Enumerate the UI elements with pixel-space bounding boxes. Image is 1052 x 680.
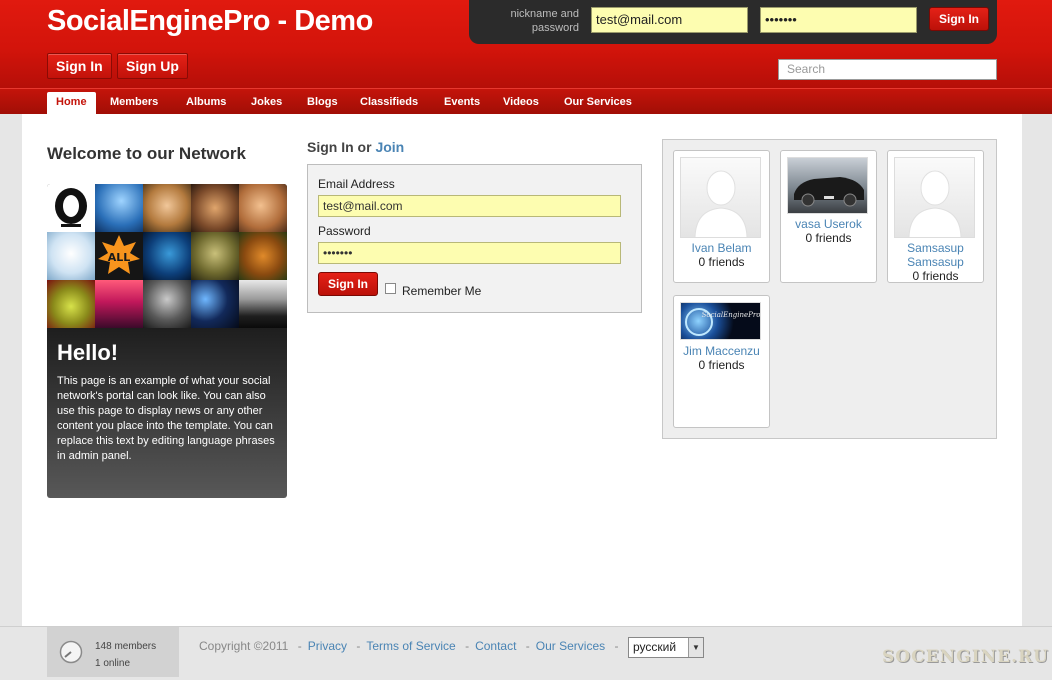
photo-tile[interactable] — [191, 232, 239, 280]
photo-tile[interactable]: ALL — [95, 232, 143, 280]
photo-tile[interactable] — [47, 184, 95, 232]
remember-me-checkbox[interactable] — [385, 283, 396, 294]
footer: 148 members 1 online Copyright ©2011 - Pr… — [0, 626, 1052, 680]
member-photo-grid: ALL — [47, 184, 287, 328]
member-name[interactable]: Jim Maccenzu — [674, 344, 769, 358]
quick-login-panel: nickname and password test@mail.com ••••… — [469, 0, 997, 44]
email-field[interactable]: test@mail.com — [318, 195, 621, 217]
copyright: Copyright ©2011 — [199, 639, 289, 653]
avatar — [894, 157, 975, 238]
contact-link[interactable]: Contact — [475, 639, 516, 653]
avatar — [680, 157, 761, 238]
nav-videos[interactable]: Videos — [503, 89, 539, 114]
remember-me-label: Remember Me — [402, 284, 482, 298]
chevron-down-icon[interactable]: ▼ — [688, 638, 703, 657]
member-card[interactable]: SocialEnginePro Jim Maccenzu 0 friends — [673, 295, 770, 428]
photo-tile[interactable] — [47, 232, 95, 280]
nav-albums[interactable]: Albums — [186, 89, 226, 114]
all-badge-icon: ALL — [98, 235, 140, 274]
signin-form: Email Address test@mail.com Password •••… — [307, 164, 642, 313]
member-friends: 0 friends — [912, 269, 959, 283]
photo-tile[interactable] — [47, 280, 95, 328]
sign-up-button[interactable]: Sign Up — [117, 53, 188, 79]
member-name[interactable]: Ivan Belam — [674, 241, 769, 255]
photo-tile[interactable] — [95, 184, 143, 232]
member-friends: 0 friends — [805, 231, 852, 245]
member-name[interactable]: vasa Userok — [781, 217, 876, 231]
search-input[interactable]: Search — [778, 59, 997, 80]
online-count: 1 online — [95, 658, 131, 669]
main-nav: Home Members Albums Jokes Blogs Classifi… — [0, 88, 1052, 115]
clock-icon — [59, 640, 83, 664]
photo-tile[interactable] — [191, 184, 239, 232]
svg-text:SocialEnginePro: SocialEnginePro — [702, 311, 761, 319]
member-card[interactable]: Samsasup Samsasup 0 friends — [887, 150, 984, 283]
quick-login-password-input[interactable]: ••••••• — [760, 7, 917, 33]
quick-login-email-input[interactable]: test@mail.com — [591, 7, 748, 33]
photo-tile[interactable] — [239, 280, 287, 328]
socialengine-logo-icon: SocialEnginePro — [685, 308, 761, 336]
password-field[interactable]: ••••••• — [318, 242, 621, 264]
hello-box: Hello! This page is an example of what y… — [47, 328, 287, 498]
our-services-link[interactable]: Our Services — [536, 639, 605, 653]
nav-members[interactable]: Members — [110, 89, 158, 114]
members-panel: Ivan Belam 0 friends vasa Userok 0 frien… — [662, 139, 997, 439]
nav-classifieds[interactable]: Classifieds — [360, 89, 418, 114]
language-select[interactable]: русский ▼ — [628, 637, 704, 658]
language-value: русский — [633, 640, 677, 654]
welcome-title: Welcome to our Network — [47, 144, 246, 163]
signin-submit-button[interactable]: Sign In — [318, 272, 378, 296]
photo-tile[interactable] — [191, 280, 239, 328]
user-placeholder-icon — [694, 170, 748, 237]
privacy-link[interactable]: Privacy — [308, 639, 347, 653]
sign-in-button[interactable]: Sign In — [47, 53, 112, 79]
nav-our-services[interactable]: Our Services — [564, 89, 632, 114]
photo-tile[interactable] — [239, 184, 287, 232]
member-friends: 0 friends — [698, 358, 745, 372]
nav-jokes[interactable]: Jokes — [251, 89, 282, 114]
hello-text: This page is an example of what your soc… — [57, 375, 275, 462]
login-hint: nickname and password — [510, 8, 580, 34]
photo-tile[interactable] — [95, 280, 143, 328]
photo-tile[interactable] — [143, 280, 191, 328]
nav-blogs[interactable]: Blogs — [307, 89, 338, 114]
member-card[interactable]: Ivan Belam 0 friends — [673, 150, 770, 283]
footer-links: Copyright ©2011 - Privacy - Terms of Servi… — [199, 639, 619, 653]
email-label: Email Address — [318, 177, 395, 191]
quick-login-submit-button[interactable]: Sign In — [929, 7, 989, 31]
user-placeholder-icon — [908, 170, 962, 237]
logo-o-icon — [55, 188, 87, 227]
signin-heading: Sign In or Join — [307, 139, 405, 155]
join-link[interactable]: Join — [375, 139, 404, 155]
svg-text:ALL: ALL — [108, 251, 131, 264]
password-label: Password — [318, 224, 371, 238]
site-title[interactable]: SocialEnginePro - Demo — [47, 5, 373, 38]
members-count: 148 members — [95, 641, 157, 652]
avatar: SocialEnginePro — [680, 302, 761, 340]
terms-link[interactable]: Terms of Service — [366, 639, 455, 653]
nav-home[interactable]: Home — [47, 92, 96, 115]
watermark: SOCENGINE.RU — [882, 647, 1049, 667]
footer-stats: 148 members 1 online — [47, 627, 179, 677]
member-name[interactable]: Samsasup Samsasup — [888, 241, 983, 269]
main-content: Welcome to our Network ALL Hello! This p… — [22, 114, 1022, 626]
photo-tile[interactable] — [143, 232, 191, 280]
nav-events[interactable]: Events — [444, 89, 480, 114]
car-photo-icon — [794, 177, 864, 207]
member-card[interactable]: vasa Userok 0 friends — [780, 150, 877, 283]
avatar — [787, 157, 868, 214]
header: SocialEnginePro - Demo Sign In Sign Up n… — [0, 0, 1052, 88]
hello-title: Hello! — [57, 340, 119, 365]
member-friends: 0 friends — [698, 255, 745, 269]
photo-tile[interactable] — [143, 184, 191, 232]
photo-tile[interactable] — [239, 232, 287, 280]
